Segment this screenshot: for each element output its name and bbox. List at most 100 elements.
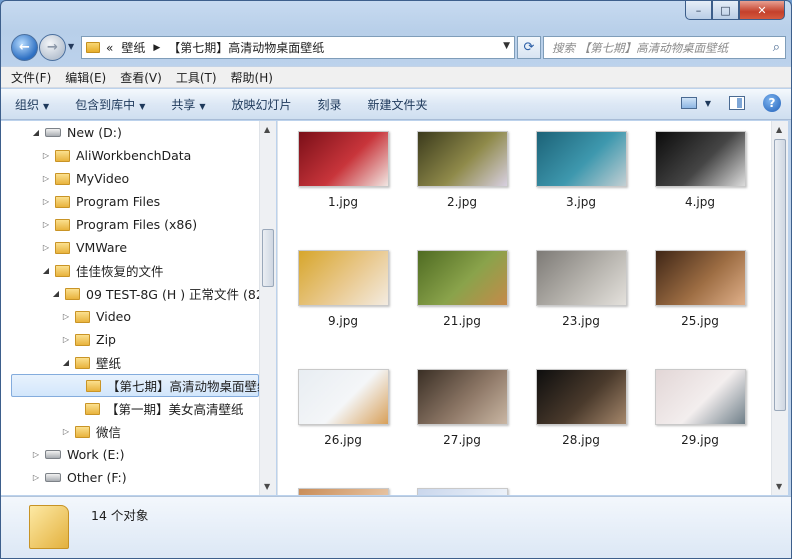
tree-item[interactable]: ◢ 09 TEST-8G (H ) 正常文件 (8278 — [1, 282, 276, 305]
file-item[interactable]: 4.jpg — [650, 131, 750, 209]
collapsed-arrow-icon[interactable]: ▷ — [31, 450, 41, 459]
file-item[interactable] — [293, 488, 393, 495]
command-bar: 组织 ▼ 包含到库中 ▼ 共享 ▼ 放映幻灯片 刻录 新建文件夹 ▼ ? — [1, 89, 791, 120]
file-item[interactable]: 2.jpg — [412, 131, 512, 209]
scroll-up-icon[interactable]: ▲ — [776, 125, 782, 134]
explorer-window: – □ ✕ ← → ▼ « 壁纸 ▶ 【第七期】高清动物桌面壁纸 ▼ ⟳ 搜索 … — [0, 0, 792, 559]
change-view-icon[interactable] — [680, 97, 697, 109]
caption-buttons: – □ ✕ — [685, 1, 785, 20]
back-button[interactable]: ← — [11, 34, 38, 61]
preview-pane-icon[interactable] — [729, 96, 745, 110]
file-item[interactable]: 26.jpg — [293, 369, 393, 447]
breadcrumb-item-wallpaper[interactable]: 壁纸 — [121, 39, 145, 56]
file-name: 1.jpg — [327, 195, 359, 209]
recent-pages-dropdown-icon[interactable]: ▼ — [68, 42, 74, 51]
search-icon[interactable]: ⌕ — [773, 40, 780, 55]
image-thumbnail — [297, 488, 389, 495]
expanded-arrow-icon[interactable]: ◢ — [41, 266, 51, 275]
file-item[interactable]: 27.jpg — [412, 369, 512, 447]
tree-item[interactable]: ◢ 壁纸 — [1, 351, 259, 374]
menu-file[interactable]: 文件(F) — [11, 69, 51, 86]
folder-icon — [55, 172, 70, 185]
tree-item[interactable]: 【第七期】高清动物桌面壁纸 — [11, 374, 270, 397]
include-library-button[interactable]: 包含到库中 ▼ — [75, 96, 145, 113]
tree-item[interactable]: ▷ Work (E:) — [1, 443, 259, 466]
expanded-arrow-icon[interactable]: ◢ — [61, 358, 71, 367]
forward-button[interactable]: → — [39, 34, 66, 61]
expanded-arrow-icon[interactable]: ◢ — [31, 128, 41, 137]
menu-edit[interactable]: 编辑(E) — [65, 69, 106, 86]
file-item[interactable]: 3.jpg — [531, 131, 631, 209]
search-input[interactable]: 搜索 【第七期】高清动物桌面壁纸 ⌕ — [543, 36, 786, 59]
file-name: 25.jpg — [681, 314, 719, 328]
view-options-dropdown-icon[interactable]: ▼ — [705, 99, 711, 108]
file-item[interactable]: 29.jpg — [650, 369, 750, 447]
tree-item[interactable]: ▷ AliWorkbenchData — [1, 144, 259, 167]
help-icon[interactable]: ? — [763, 94, 781, 112]
tree-item[interactable]: ▷ Program Files (x86) — [1, 213, 259, 236]
file-item[interactable]: 21.jpg — [412, 250, 512, 328]
folder-icon — [29, 505, 69, 549]
collapsed-arrow-icon[interactable]: ▷ — [41, 174, 51, 183]
tree-item[interactable]: ▷ Zip — [1, 328, 259, 351]
collapsed-arrow-icon[interactable]: ▷ — [61, 427, 71, 436]
breadcrumb-separator-icon[interactable]: ▶ — [153, 43, 160, 53]
tree-item-label: Program Files — [76, 194, 161, 209]
scroll-down-icon[interactable]: ▼ — [776, 482, 782, 491]
tree-item[interactable]: ▷ VMWare — [1, 236, 259, 259]
tree-item[interactable]: ▷ Other (F:) — [1, 466, 259, 489]
content-scrollbar-thumb[interactable] — [774, 139, 786, 411]
file-item[interactable]: 23.jpg — [531, 250, 631, 328]
slideshow-button[interactable]: 放映幻灯片 — [232, 96, 292, 113]
collapsed-arrow-icon[interactable]: ▷ — [41, 151, 51, 160]
collapsed-arrow-icon[interactable]: ▷ — [61, 312, 71, 321]
new-folder-button[interactable]: 新建文件夹 — [368, 96, 428, 113]
tree-item-label: 佳佳恢复的文件 — [76, 264, 164, 279]
tree-scrollbar[interactable]: ▲ ▼ — [259, 121, 276, 495]
expanded-arrow-icon[interactable]: ◢ — [51, 289, 61, 298]
menu-help[interactable]: 帮助(H) — [231, 69, 273, 86]
tree-item[interactable]: ▷ 微信 — [1, 420, 259, 443]
image-thumbnail — [416, 250, 508, 306]
tree-item[interactable]: ▷ MyVideo — [1, 167, 259, 190]
tree-item-label: VMWare — [76, 240, 128, 255]
menu-view[interactable]: 查看(V) — [120, 69, 162, 86]
file-item[interactable] — [412, 488, 512, 495]
tree-item[interactable]: ▷ Program Files — [1, 190, 259, 213]
scroll-up-icon[interactable]: ▲ — [264, 125, 270, 134]
organize-button[interactable]: 组织 ▼ — [15, 96, 49, 113]
close-button[interactable]: ✕ — [739, 1, 785, 20]
tree-item-label: Video — [96, 309, 132, 324]
refresh-button[interactable]: ⟳ — [517, 36, 541, 59]
tree-item-label: 【第七期】高清动物桌面壁纸 — [107, 379, 270, 394]
file-item[interactable]: 25.jpg — [650, 250, 750, 328]
maximize-button[interactable]: □ — [712, 1, 739, 20]
file-item[interactable]: 9.jpg — [293, 250, 393, 328]
collapsed-arrow-icon[interactable]: ▷ — [61, 335, 71, 344]
collapsed-arrow-icon[interactable]: ▷ — [31, 473, 41, 482]
address-dropdown-icon[interactable]: ▼ — [503, 41, 510, 51]
file-item[interactable]: 1.jpg — [293, 131, 393, 209]
image-thumbnail — [654, 369, 746, 425]
image-thumbnail — [416, 131, 508, 187]
breadcrumb-item-current[interactable]: 【第七期】高清动物桌面壁纸 — [168, 39, 324, 56]
minimize-button[interactable]: – — [685, 1, 712, 20]
content-scrollbar[interactable]: ▲ ▼ — [771, 121, 788, 495]
share-button[interactable]: 共享 ▼ — [171, 96, 205, 113]
menu-tools[interactable]: 工具(T) — [176, 69, 217, 86]
scroll-down-icon[interactable]: ▼ — [264, 482, 270, 491]
navigation-row: ← → ▼ « 壁纸 ▶ 【第七期】高清动物桌面壁纸 ▼ ⟳ 搜索 【第七期】高… — [9, 33, 786, 61]
address-bar[interactable]: « 壁纸 ▶ 【第七期】高清动物桌面壁纸 ▼ — [81, 36, 515, 59]
collapsed-arrow-icon[interactable]: ▷ — [41, 197, 51, 206]
breadcrumb-overflow[interactable]: « — [106, 41, 113, 55]
tree-item[interactable]: ▷ Video — [1, 305, 259, 328]
tree-scrollbar-thumb[interactable] — [262, 229, 274, 287]
tree-item[interactable]: ◢ New (D:) — [1, 121, 259, 144]
file-item[interactable]: 28.jpg — [531, 369, 631, 447]
tree-item[interactable]: ◢ 佳佳恢复的文件 — [1, 259, 259, 282]
folder-icon — [86, 379, 101, 392]
collapsed-arrow-icon[interactable]: ▷ — [41, 243, 51, 252]
burn-button[interactable]: 刻录 — [318, 96, 342, 113]
collapsed-arrow-icon[interactable]: ▷ — [41, 220, 51, 229]
tree-item[interactable]: 【第一期】美女高清壁纸 — [1, 397, 259, 420]
